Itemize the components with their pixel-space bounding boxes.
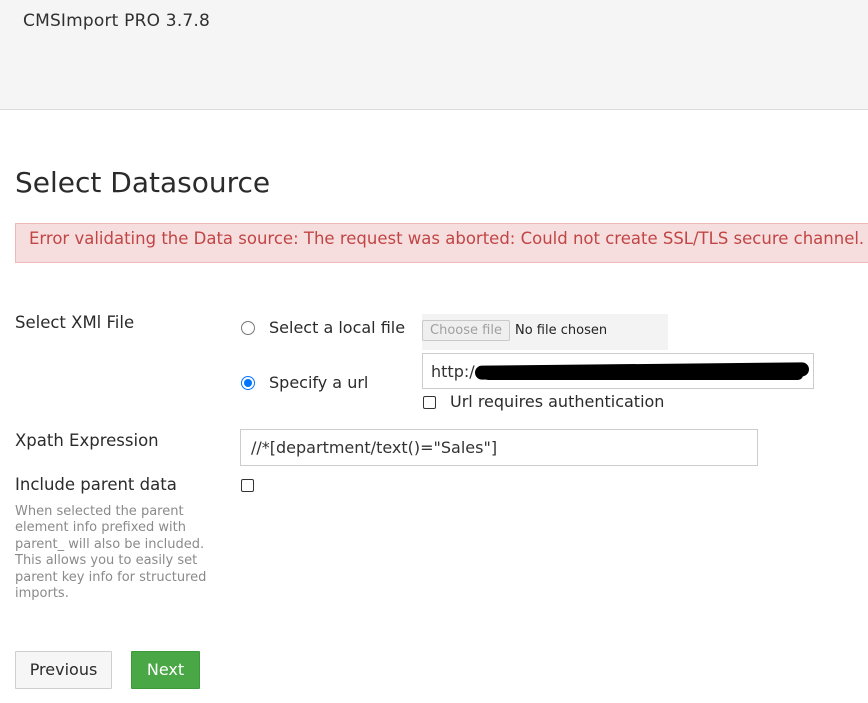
header: CMSImport PRO 3.7.8 xyxy=(0,0,868,110)
include-parent-checkbox[interactable] xyxy=(241,479,254,492)
app-title: CMSImport PRO 3.7.8 xyxy=(23,11,211,31)
file-input[interactable]: Choose file No file chosen xyxy=(422,314,668,350)
xml-file-label: Select XMl File xyxy=(15,313,135,332)
url-auth-label[interactable]: Url requires authentication xyxy=(450,392,664,411)
file-status-text: No file chosen xyxy=(515,323,608,338)
specify-url-radio[interactable] xyxy=(241,376,255,390)
page-title: Select Datasource xyxy=(15,166,271,199)
choose-file-button[interactable]: Choose file xyxy=(422,320,510,341)
local-file-radio-label[interactable]: Select a local file xyxy=(269,318,405,337)
error-alert: Error validating the Data source: The re… xyxy=(15,223,868,263)
specify-url-radio-label[interactable]: Specify a url xyxy=(269,373,368,392)
error-message: Error validating the Data source: The re… xyxy=(29,229,865,248)
xpath-input[interactable]: //*[department/text()="Sales"] xyxy=(240,429,758,466)
redaction-mark xyxy=(483,370,803,380)
xpath-label: Xpath Expression xyxy=(15,431,159,450)
xpath-value: //*[department/text()="Sales"] xyxy=(251,438,498,457)
include-parent-help: When selected the parent element info pr… xyxy=(15,504,207,602)
include-parent-label: Include parent data xyxy=(15,475,177,494)
url-input[interactable]: http:/ xyxy=(422,353,814,389)
page: CMSImport PRO 3.7.8 Select Datasource Er… xyxy=(0,0,868,703)
local-file-radio[interactable] xyxy=(241,321,255,335)
previous-button[interactable]: Previous xyxy=(15,651,112,689)
next-button[interactable]: Next xyxy=(131,651,200,689)
url-auth-checkbox[interactable] xyxy=(423,396,436,409)
url-value: http:/ xyxy=(431,362,475,381)
